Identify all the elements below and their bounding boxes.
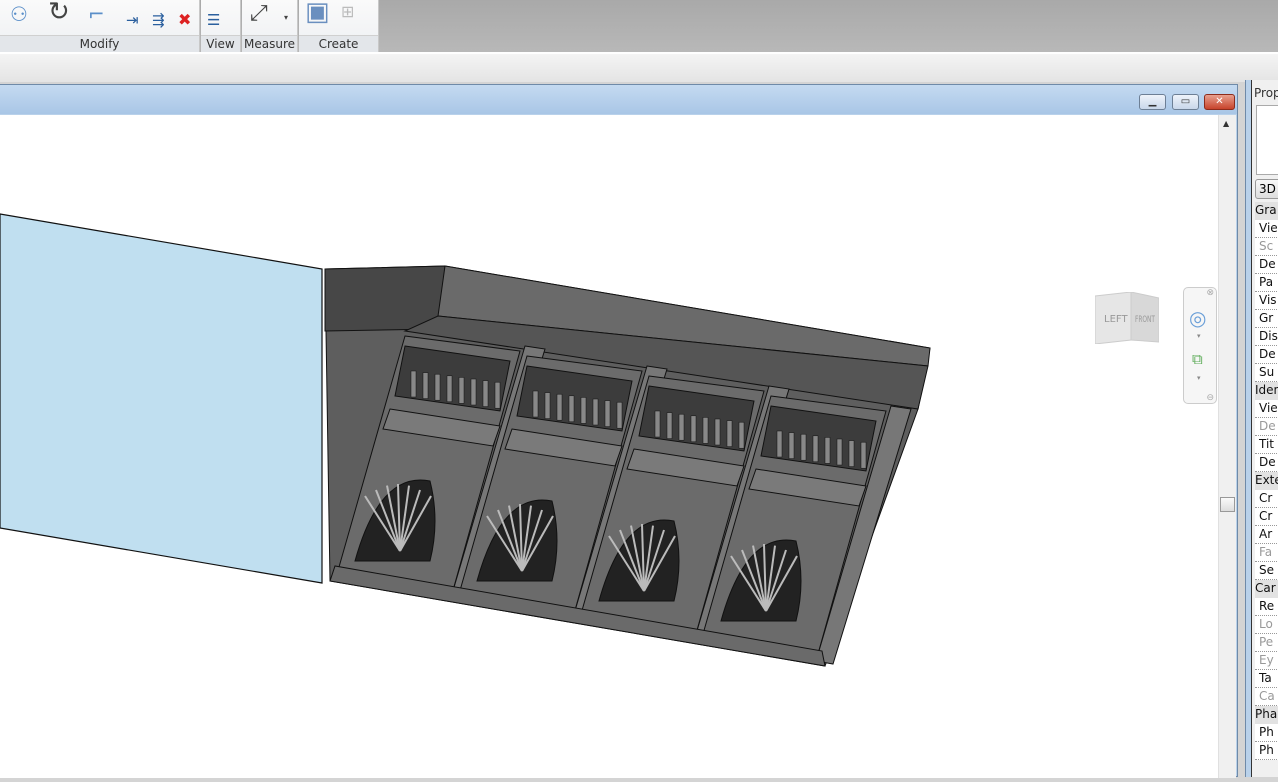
view-cube-left: LEFT — [1104, 314, 1128, 325]
rotate-icon[interactable]: ↻ — [48, 0, 70, 25]
measure-panel: ⤢ ▾ Measure — [242, 0, 298, 52]
property-row[interactable]: Lo — [1255, 616, 1278, 634]
options-bar — [0, 52, 1278, 82]
thin-lines-icon[interactable]: ☰ — [207, 10, 220, 30]
property-group-header[interactable]: Exte — [1255, 472, 1278, 490]
measure-panel-label: Measure — [242, 35, 297, 52]
property-row[interactable]: Ta — [1255, 670, 1278, 688]
view-title-bar: ▁ ▭ ✕ — [0, 85, 1237, 114]
cornice-model — [0, 213, 931, 667]
property-row[interactable]: Re — [1255, 598, 1278, 616]
property-row[interactable]: Se — [1255, 562, 1278, 580]
properties-title: Prop — [1254, 86, 1278, 100]
close-button[interactable]: ✕ — [1204, 94, 1235, 110]
offset-icon[interactable]: ⇶ — [152, 10, 165, 30]
modify-panel: ⚇ ↻ ⌐ ⇥ ⇶ ✖ Modify — [0, 0, 200, 52]
property-row[interactable]: De — [1255, 418, 1278, 436]
modify-panel-label: Modify — [0, 35, 199, 52]
create-panel-label: Create — [299, 35, 378, 52]
trim-icon[interactable]: ⌐ — [88, 4, 105, 24]
type-preview — [1256, 105, 1278, 175]
chevron-down-icon[interactable]: ▾ — [1197, 374, 1201, 382]
scroll-thumb[interactable] — [1220, 497, 1235, 512]
chevron-down-icon[interactable]: ▾ — [284, 8, 288, 28]
property-row[interactable]: Dis — [1255, 328, 1278, 346]
align-icon[interactable]: ⚇ — [10, 4, 28, 24]
property-row[interactable]: Tit — [1255, 436, 1278, 454]
properties-palette: Prop 3D View GraVieScDePaVisGrDisDeSuIde… — [1245, 80, 1278, 777]
property-row[interactable]: Ey — [1255, 652, 1278, 670]
chevron-down-icon[interactable]: ▾ — [1197, 332, 1201, 340]
view-panel: ☰ View — [201, 0, 241, 52]
property-row[interactable]: Cr — [1255, 508, 1278, 526]
property-row[interactable]: Vis — [1255, 292, 1278, 310]
steering-wheel-icon[interactable]: ◎ — [1189, 306, 1206, 330]
measure-icon[interactable]: ⤢ — [250, 3, 268, 25]
create-assembly-icon[interactable]: ⊞ — [341, 2, 354, 22]
property-row[interactable]: Gr — [1255, 310, 1278, 328]
property-group-header[interactable]: Pha — [1255, 706, 1278, 724]
view-panel-label: View — [201, 35, 240, 52]
view-cube[interactable]: LEFT FRONT — [1094, 291, 1160, 345]
property-row[interactable]: Ar — [1255, 526, 1278, 544]
property-row[interactable]: Cr — [1255, 490, 1278, 508]
restore-button[interactable]: ▭ — [1172, 94, 1199, 110]
zoom-region-icon[interactable]: ⧉ — [1192, 350, 1203, 368]
type-selector[interactable]: 3D View — [1255, 179, 1278, 199]
property-row[interactable]: Fa — [1255, 544, 1278, 562]
scroll-up-arrow[interactable]: ▲ — [1223, 119, 1229, 128]
split-icon[interactable]: ⇥ — [126, 10, 139, 30]
create-panel: ▣ ⊞ Create — [299, 0, 379, 52]
property-row[interactable]: Vie — [1255, 400, 1278, 418]
property-row[interactable]: Vie — [1255, 220, 1278, 238]
navigation-bar: ⊗ ◎ ▾ ⧉ ▾ ⊖ — [1183, 287, 1217, 404]
create-parts-icon[interactable]: ▣ — [305, 0, 330, 25]
property-row[interactable]: De — [1255, 346, 1278, 364]
property-group-header[interactable]: Car — [1255, 580, 1278, 598]
property-row[interactable]: Sc — [1255, 238, 1278, 256]
property-row[interactable]: Ph — [1255, 724, 1278, 742]
property-row[interactable]: Ca — [1255, 688, 1278, 706]
wall-face — [0, 213, 323, 584]
property-row[interactable]: De — [1255, 256, 1278, 274]
ribbon: ⚇ ↻ ⌐ ⇥ ⇶ ✖ Modify ☰ View ⤢ ▾ Measure ▣ … — [0, 0, 1278, 52]
property-row[interactable]: Pe — [1255, 634, 1278, 652]
options-icon[interactable]: ⊖ — [1206, 393, 1214, 403]
property-group-header[interactable]: Gra — [1255, 202, 1278, 220]
3d-viewport[interactable]: LEFT FRONT — [0, 115, 1218, 778]
vertical-scrollbar[interactable]: ▲ — [1218, 115, 1236, 778]
close-icon[interactable]: ⊗ — [1206, 288, 1214, 298]
property-row[interactable]: Ph — [1255, 742, 1278, 760]
property-row[interactable]: Su — [1255, 364, 1278, 382]
property-row[interactable]: Pa — [1255, 274, 1278, 292]
delete-icon[interactable]: ✖ — [178, 10, 191, 30]
property-row[interactable]: De — [1255, 454, 1278, 472]
property-group-header[interactable]: Iden — [1255, 382, 1278, 400]
view-window: ▁ ▭ ✕ LEFT FRONT ▲ — [0, 84, 1238, 778]
minimize-button[interactable]: ▁ — [1139, 94, 1166, 110]
view-cube-front: FRONT — [1135, 315, 1155, 325]
